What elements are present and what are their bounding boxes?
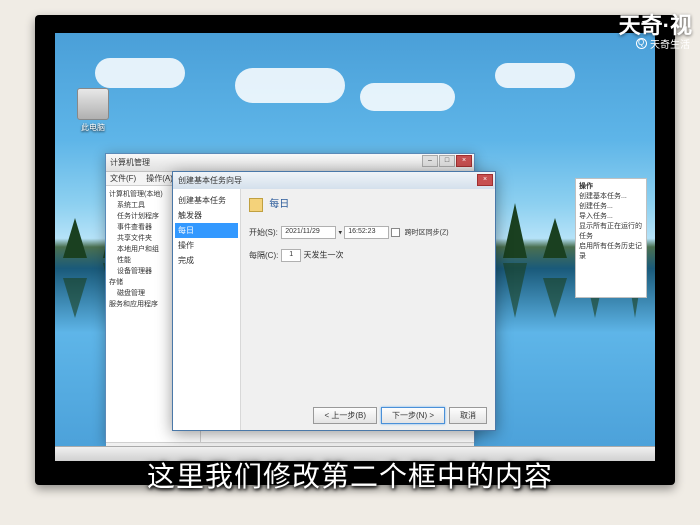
calendar-icon xyxy=(249,198,263,212)
desktop-screen: 此电脑 计算机管理 – □ × 文件(F) 操作(A) 查看(V) 帮助(H) … xyxy=(55,33,655,461)
window-titlebar[interactable]: 计算机管理 – □ × xyxy=(106,154,474,172)
desktop-icon-label: 此电脑 xyxy=(73,122,113,133)
actions-panel: 操作 创建基本任务... 创建任务... 导入任务... 显示所有正在运行的任务… xyxy=(575,178,647,298)
utc-checkbox[interactable] xyxy=(391,228,400,237)
wizard-steps: 创建基本任务 触发器 每日 操作 完成 xyxy=(173,189,241,430)
panel-item[interactable]: 创建基本任务... xyxy=(579,192,643,202)
computer-icon xyxy=(77,88,109,120)
create-task-wizard-dialog: 创建基本任务向导 × 创建基本任务 触发器 每日 操作 完成 每日 xyxy=(172,171,496,431)
menu-action[interactable]: 操作(A) xyxy=(146,172,173,185)
utc-label: 跨时区同步(Z) xyxy=(405,230,449,237)
recur-label: 每隔(C): xyxy=(249,250,279,261)
start-label: 开始(S): xyxy=(249,227,279,238)
wizard-heading: 每日 xyxy=(269,199,289,210)
maximize-button[interactable]: □ xyxy=(439,155,455,167)
close-button[interactable]: × xyxy=(456,155,472,167)
step-finish[interactable]: 完成 xyxy=(175,253,238,268)
step-daily[interactable]: 每日 xyxy=(175,223,238,238)
recur-value-input[interactable]: 1 xyxy=(281,249,301,262)
dialog-titlebar[interactable]: 创建基本任务向导 × xyxy=(173,172,495,189)
dialog-title: 创建基本任务向导 xyxy=(178,176,242,185)
video-subtitle: 这里我们修改第二个框中的内容 xyxy=(0,455,700,495)
panel-item: 操作 xyxy=(579,182,643,192)
watermark-sub: 天奇生活 xyxy=(636,36,690,51)
recur-unit: 天发生一次 xyxy=(303,251,343,260)
wizard-content: 每日 开始(S): 2021/11/29 ▾ 16:52:23 跨时区同步(Z)… xyxy=(241,189,495,430)
back-button[interactable]: < 上一步(B) xyxy=(313,407,377,424)
cancel-button[interactable]: 取消 xyxy=(449,407,487,424)
start-time-input[interactable]: 16:52:23 xyxy=(344,226,389,239)
step-action[interactable]: 操作 xyxy=(175,238,238,253)
window-title: 计算机管理 xyxy=(110,158,150,167)
desktop-icon-computer[interactable]: 此电脑 xyxy=(73,88,113,133)
minimize-button[interactable]: – xyxy=(422,155,438,167)
panel-item[interactable]: 启用所有任务历史记录 xyxy=(579,242,643,262)
dialog-close-button[interactable]: × xyxy=(477,174,493,186)
logo-icon xyxy=(636,38,647,49)
panel-item[interactable]: 导入任务... xyxy=(579,212,643,222)
menu-file[interactable]: 文件(F) xyxy=(110,172,136,185)
step-create[interactable]: 创建基本任务 xyxy=(175,193,238,208)
monitor-frame: 此电脑 计算机管理 – □ × 文件(F) 操作(A) 查看(V) 帮助(H) … xyxy=(35,15,675,485)
next-button[interactable]: 下一步(N) > xyxy=(381,407,445,424)
step-trigger[interactable]: 触发器 xyxy=(175,208,238,223)
panel-item[interactable]: 创建任务... xyxy=(579,202,643,212)
panel-item[interactable]: 显示所有正在运行的任务 xyxy=(579,222,643,242)
start-date-input[interactable]: 2021/11/29 xyxy=(281,226,336,239)
